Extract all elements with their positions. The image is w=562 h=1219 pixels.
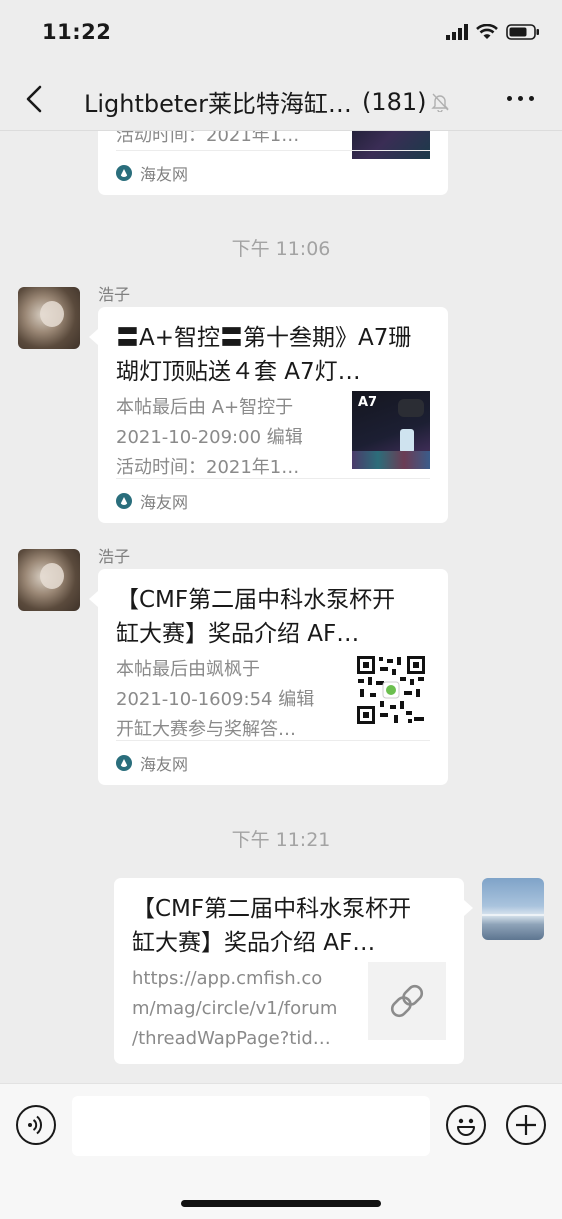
emoji-icon[interactable] [446,1105,486,1145]
status-icons [446,24,540,40]
signal-icon [446,24,468,40]
battery-icon [506,24,539,40]
my-avatar[interactable] [482,878,544,940]
avatar[interactable] [18,549,80,611]
thumbnail-label: A7 [358,395,378,410]
card-source: 海友网 [116,150,430,195]
source-icon [116,755,132,771]
chat-messages[interactable]: 活动时间：2021年1… 海友网 下午 11:06 浩子 〓A+智控〓第十叁期》… [0,131,562,1083]
chevron-left-icon[interactable] [22,84,46,114]
status-time: 11:22 [42,20,112,44]
status-bar: 11:22 [0,0,562,68]
card-desc: 本帖最后由 A+智控于 2021-10-209:00 编辑 活动时间：2021年… [116,397,303,478]
plus-icon[interactable] [506,1105,546,1145]
link-icon [390,984,424,1018]
input-bar [0,1083,562,1219]
link-card[interactable]: 【CMF第二届中科水泵杯开缸大赛】奖品介绍 AF… https://app.cm… [114,878,473,1064]
avatar[interactable] [18,287,80,349]
qr-code-thumbnail [356,655,426,725]
card-thumbnail: A7 [352,391,430,469]
member-count: (181) [361,87,427,116]
sender-name: 浩子 [98,547,131,566]
timestamp: 下午 11:21 [231,829,331,851]
link-thumbnail [368,962,446,1040]
card-title: 【CMF第二届中科水泵杯开缸大赛】奖品介绍 AF… [116,587,396,647]
card-desc: https://app.cmfish.co m/mag/circle/v1/fo… [132,968,338,1049]
chat-title: Lightbeter莱比特海缸… (181) [84,84,450,119]
card-title: 【CMF第二届中科水泵杯开缸大赛】奖品介绍 AF… [132,896,412,956]
more-icon[interactable] [507,96,534,101]
wifi-icon [476,24,498,39]
link-card-partial[interactable]: 活动时间：2021年1… 海友网 [98,131,448,195]
sender-name: 浩子 [98,285,131,304]
card-desc-line: 活动时间：2021年1… [116,131,300,146]
link-card[interactable]: 【CMF第二届中科水泵杯开缸大赛】奖品介绍 AF… 本帖最后由飒枫于 2021-… [89,569,448,785]
card-title: 〓A+智控〓第十叁期》A7珊 瑚灯顶贴送４套 A7灯… [116,325,412,385]
source-icon [116,165,132,181]
mute-bell-icon [431,93,450,112]
card-source: 海友网 [116,478,430,523]
chat-header: Lightbeter莱比特海缸… (181) [0,68,562,131]
link-card[interactable]: 〓A+智控〓第十叁期》A7珊 瑚灯顶贴送４套 A7灯… 本帖最后由 A+智控于 … [89,307,448,523]
card-desc: 本帖最后由飒枫于 2021-10-1609:54 编辑 开缸大赛参与奖解答… [116,659,315,740]
card-source: 海友网 [116,740,430,785]
voice-icon[interactable] [16,1105,56,1145]
group-name: Lightbeter莱比特海缸… [84,90,352,118]
message-input[interactable] [72,1096,430,1156]
timestamp: 下午 11:06 [231,238,331,260]
home-indicator[interactable] [181,1200,381,1207]
source-icon [116,493,132,509]
